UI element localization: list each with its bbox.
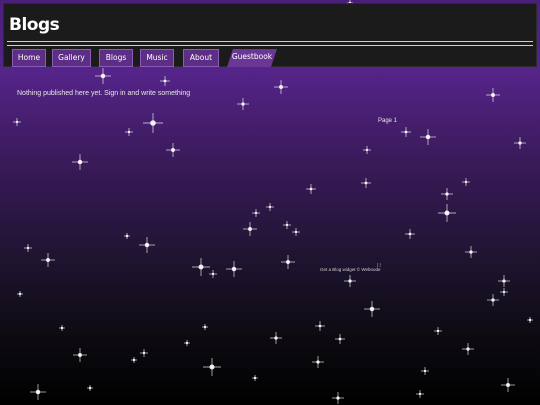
sparkle-star: [125, 128, 133, 136]
sparkle-star: [17, 291, 23, 297]
sparkle-star: [59, 325, 65, 331]
sparkle-star: [462, 343, 474, 355]
sparkle-star: [438, 204, 456, 222]
sparkle-star: [160, 76, 170, 86]
sparkle-star: [184, 340, 190, 346]
sparkle-star: [462, 178, 470, 186]
sparkle-star: [344, 275, 356, 287]
sparkle-star: [283, 221, 291, 229]
sparkle-star: [361, 178, 371, 188]
sparkle-star: [500, 288, 508, 296]
sparkle-star: [140, 349, 148, 357]
nav-guestbook-button[interactable]: Guestbook: [227, 49, 277, 67]
sparkle-star: [124, 233, 130, 239]
page-indicator[interactable]: Page 1: [378, 118, 397, 124]
sparkle-star: [527, 317, 533, 323]
sparkle-star: [24, 244, 32, 252]
sparkle-star: [252, 209, 260, 217]
sparkle-star: [364, 301, 380, 317]
sparkle-star: [41, 253, 55, 267]
sparkle-star: [209, 270, 217, 278]
sparkle-star: [501, 378, 515, 392]
site-title: Blogs: [9, 15, 60, 35]
sparkle-star: [237, 98, 249, 110]
blog-widget-link[interactable]: Get a Blog widget © Webnode: [320, 267, 381, 272]
sparkle-star: [252, 375, 258, 381]
sparkle-star: [95, 68, 111, 84]
sparkle-star: [405, 229, 415, 239]
nav-about-button[interactable]: About: [183, 49, 219, 67]
sparkle-star: [498, 275, 510, 287]
sparkle-star: [487, 294, 499, 306]
sparkle-star: [30, 384, 46, 400]
nav-blogs-button[interactable]: Blogs: [99, 49, 133, 67]
sparkle-star: [202, 324, 208, 330]
sparkle-star: [131, 357, 137, 363]
nav-gallery-button[interactable]: Gallery: [52, 49, 91, 67]
sparkle-star: [332, 392, 344, 404]
sparkle-star: [514, 137, 526, 149]
header-divider: [7, 41, 533, 42]
sparkle-star: [292, 228, 300, 236]
sparkle-star: [315, 321, 325, 331]
sparkle-star: [363, 146, 371, 154]
sparkle-star: [73, 348, 87, 362]
sparkle-star: [416, 390, 424, 398]
sparkle-star: [270, 332, 282, 344]
nav-music-button[interactable]: Music: [140, 49, 174, 67]
sparkle-star: [72, 154, 88, 170]
sparkle-star: [143, 113, 163, 133]
header-divider: [7, 45, 533, 46]
site-header: Blogs Home Gallery Blogs Music About Gue…: [3, 3, 537, 67]
sparkle-star: [192, 258, 210, 276]
sparkle-star: [486, 88, 500, 102]
sparkle-star: [434, 327, 442, 335]
empty-blog-message: Nothing published here yet. Sign in and …: [17, 90, 191, 97]
sparkle-star: [87, 385, 93, 391]
sparkle-star: [306, 184, 316, 194]
sparkle-star: [266, 203, 274, 211]
sparkle-star: [420, 129, 436, 145]
sparkle-star: [312, 356, 324, 368]
sparkle-star: [139, 237, 155, 253]
sparkle-star: [441, 188, 453, 200]
sparkle-star: [335, 334, 345, 344]
sparkle-star: [401, 127, 411, 137]
sparkle-star: [465, 246, 477, 258]
sparkle-star: [166, 143, 180, 157]
sparkle-star: [226, 261, 242, 277]
sparkle-star: [243, 222, 257, 236]
sparkle-star: [203, 358, 221, 376]
sparkle-star: [13, 118, 21, 126]
sparkle-star: [281, 255, 295, 269]
nav-home-button[interactable]: Home: [12, 49, 46, 67]
sparkle-star: [421, 367, 429, 375]
sparkle-star: [274, 80, 288, 94]
